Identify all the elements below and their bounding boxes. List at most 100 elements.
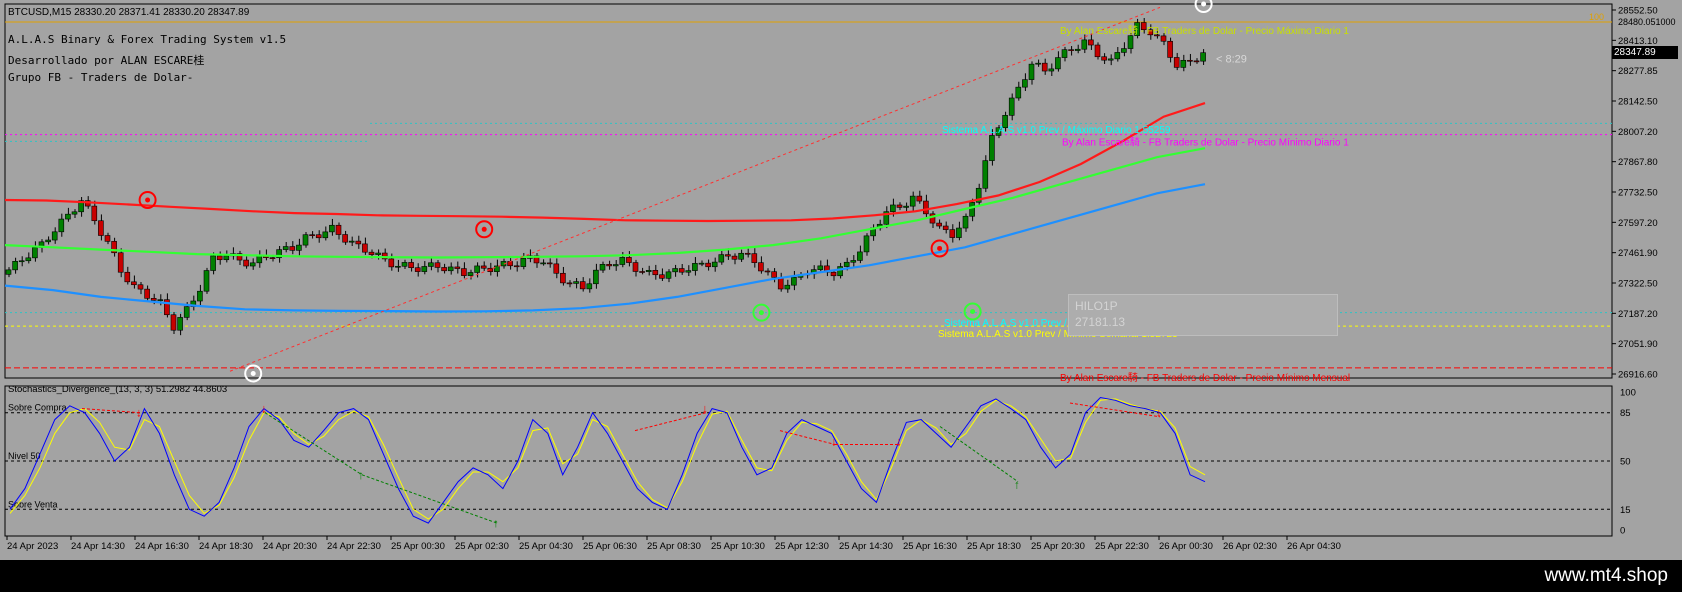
candle-body: [395, 265, 401, 268]
time-tick-label: 26 Apr 02:30: [1223, 541, 1277, 552]
price-tick-label: 27597.20: [1618, 218, 1658, 229]
stoch-title: Stochastics_Divergence_(13, 3, 3) 51.298…: [8, 384, 227, 395]
candle-body: [665, 271, 672, 279]
candle-body: [626, 257, 632, 263]
candle-body: [890, 204, 896, 212]
candle-body: [942, 225, 949, 230]
candle-body: [573, 281, 579, 284]
candle-body: [467, 272, 474, 276]
candle-body: [685, 270, 692, 273]
stoch-divergence-line: [81, 408, 141, 414]
candle-body: [51, 231, 58, 241]
stoch-divergence-line: [361, 474, 498, 524]
price-chart[interactable]: 28552.5028413.1028277.8528142.5028007.20…: [0, 0, 1682, 560]
candle-body: [289, 246, 296, 251]
candle-body: [817, 265, 824, 270]
candle-body: [18, 260, 25, 263]
candle-body: [414, 267, 421, 272]
candle-body: [65, 213, 71, 220]
stoch-divergence-line: [634, 412, 707, 432]
candle-body: [25, 257, 32, 262]
candle-body: [335, 224, 342, 235]
time-tick-label: 24 Apr 2023: [7, 541, 58, 552]
time-tick-label: 25 Apr 08:30: [647, 541, 701, 552]
candle-body: [1127, 35, 1134, 49]
candle-body: [791, 276, 797, 286]
candle-body: [170, 314, 177, 331]
candle-body: [1200, 52, 1206, 62]
price-tick-label: 28277.85: [1618, 66, 1658, 77]
candle-body: [203, 270, 210, 292]
candle-body: [989, 135, 995, 161]
candle-body: [969, 202, 975, 217]
candle-body: [342, 234, 348, 243]
candle-body: [560, 272, 566, 284]
time-tick-label: 26 Apr 04:30: [1287, 541, 1341, 552]
candle-body: [302, 234, 309, 246]
candle-body: [1107, 58, 1114, 61]
candle-body: [612, 264, 619, 267]
candle-body: [520, 258, 527, 267]
candle-body: [725, 254, 731, 257]
level-label: Sistema A.L.A.S v1.0 Prev / Máximo Diari…: [942, 125, 1171, 136]
candle-body: [1088, 39, 1094, 46]
candle-body: [1068, 49, 1074, 51]
candle-body: [388, 258, 395, 268]
stoch-tick-label: 85: [1620, 408, 1631, 419]
stoch-arrow: ↓: [1156, 406, 1162, 420]
candle-body: [1167, 40, 1173, 58]
candle-body: [421, 266, 428, 272]
candle-body: [758, 262, 764, 272]
candle-body: [678, 268, 685, 273]
stoch-level-label: Sobre Compra: [8, 403, 67, 413]
candle-body: [1035, 62, 1041, 65]
candle-body: [461, 268, 467, 276]
ma-red-line: [4, 102, 1206, 223]
candle-body: [553, 263, 560, 274]
candle-body: [98, 220, 104, 236]
price-tick-label: 28142.50: [1618, 97, 1658, 108]
time-tick-label: 24 Apr 22:30: [327, 541, 381, 552]
time-tick-label: 25 Apr 02:30: [455, 541, 509, 552]
candle-body: [355, 240, 362, 245]
time-tick-label: 25 Apr 04:30: [519, 541, 573, 552]
candle-body: [784, 284, 791, 290]
candle-body: [896, 204, 903, 208]
candle-body: [692, 263, 698, 271]
price-tick-label: 27867.80: [1618, 157, 1658, 168]
price-hint-label: 28480.051000: [1618, 17, 1676, 27]
candle-body: [216, 255, 223, 261]
time-tick-label: 25 Apr 12:30: [775, 541, 829, 552]
candle-body: [593, 269, 599, 285]
candle-body: [375, 252, 381, 255]
candle-body: [909, 195, 916, 207]
candle-body: [903, 205, 909, 208]
candle-body: [1121, 48, 1127, 53]
candle-body: [249, 262, 256, 267]
candle-body: [368, 251, 375, 255]
candle-body: [513, 265, 520, 268]
candle-body: [1193, 60, 1200, 63]
candle-body: [956, 227, 962, 238]
stoch-arrow: ↓: [261, 402, 267, 416]
candle-body: [1114, 52, 1121, 60]
candle-body: [71, 211, 78, 215]
price-tick-label: 28007.20: [1618, 127, 1658, 138]
stoch-divergence-line: [939, 426, 1019, 483]
stoch-divergence-line: [1069, 402, 1161, 418]
candle-body: [659, 274, 665, 279]
candle-body: [672, 268, 678, 273]
swing-marker-dot: [481, 226, 487, 232]
stoch-tick-label: 100: [1620, 388, 1636, 399]
time-tick-label: 25 Apr 20:30: [1031, 541, 1085, 552]
candle-body: [837, 266, 843, 277]
candle-body: [447, 266, 454, 272]
time-tick-label: 25 Apr 22:30: [1095, 541, 1149, 552]
time-tick-label: 24 Apr 20:30: [263, 541, 317, 552]
candle-body: [1180, 59, 1187, 68]
candle-body: [738, 252, 744, 260]
time-tick-label: 24 Apr 14:30: [71, 541, 125, 552]
candle-body: [131, 281, 137, 286]
mt4-chart-window[interactable]: 28552.50 28413.10 28277.85 28142.50 28007.20…: [0, 0, 1682, 560]
stoch-tick-label: 0: [1620, 526, 1625, 537]
